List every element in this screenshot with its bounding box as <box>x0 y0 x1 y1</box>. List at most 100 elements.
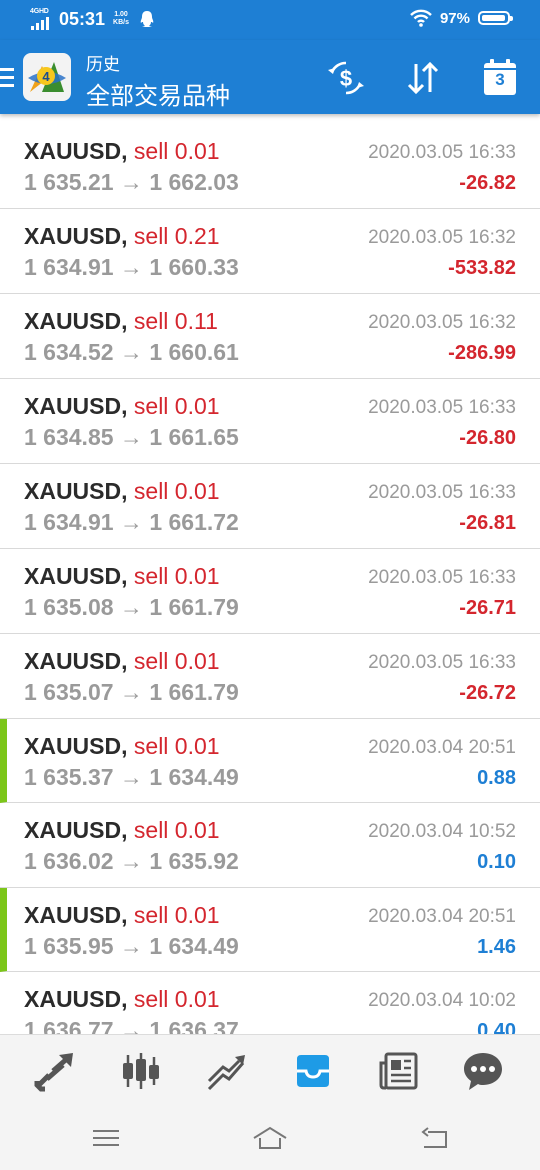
trade-row[interactable]: XAUUSD, sell 0.01 1 635.21 → 1 662.03 2020… <box>0 124 540 209</box>
trade-profit: 0.10 <box>477 851 516 873</box>
close-price: 1 634.49 <box>149 933 239 959</box>
close-price: 1 635.92 <box>149 848 239 874</box>
trade-profit: -533.82 <box>448 257 516 279</box>
trade-time: 2020.03.05 16:33 <box>368 482 516 503</box>
page-title[interactable]: 全部交易品种 <box>86 76 230 111</box>
trade-title: XAUUSD, sell 0.11 <box>24 308 218 335</box>
open-price: 1 635.08 <box>24 594 114 620</box>
trade-side: sell 0.01 <box>133 648 220 674</box>
trade-row[interactable]: XAUUSD, sell 0.01 1 634.91 → 1 661.72 2020… <box>0 464 540 549</box>
trade-row[interactable]: XAUUSD, sell 0.01 1 636.02 → 1 635.92 2020… <box>0 803 540 888</box>
quotes-icon <box>34 1053 73 1092</box>
arrow-icon: → <box>119 339 143 365</box>
trade-history-list[interactable]: XAUUSD, sell 0.01 1 635.21 → 1 662.03 2020… <box>0 124 540 1034</box>
trade-title: XAUUSD, sell 0.01 <box>24 138 220 165</box>
trade-prices: 1 636.02 → 1 635.92 <box>24 848 239 875</box>
open-price: 1 635.07 <box>24 679 114 705</box>
trade-time: 2020.03.05 16:33 <box>368 397 516 418</box>
trade-row[interactable]: XAUUSD, sell 0.11 1 634.52 → 1 660.61 2020… <box>0 294 540 379</box>
battery-icon <box>478 11 513 25</box>
trade-side: sell 0.01 <box>133 393 220 419</box>
currency-exchange-button[interactable]: $ <box>324 56 368 100</box>
menu-icon[interactable] <box>0 68 14 88</box>
back-button[interactable] <box>418 1124 450 1152</box>
nav-quotes[interactable] <box>33 1049 77 1093</box>
nav-news[interactable] <box>377 1049 421 1093</box>
trade-title: XAUUSD, sell 0.01 <box>24 733 220 760</box>
trade-row[interactable]: XAUUSD, sell 0.01 1 635.08 → 1 661.79 2020… <box>0 549 540 634</box>
network-type: 4GHD <box>30 8 49 15</box>
arrow-icon: → <box>119 933 143 959</box>
trade-side: sell 0.01 <box>133 138 220 164</box>
trade-prices: 1 636.77 → 1 636.37 <box>24 1017 239 1034</box>
trade-prices: 1 634.91 → 1 660.33 <box>24 254 239 281</box>
trade-title: XAUUSD, sell 0.01 <box>24 563 220 590</box>
open-price: 1 634.52 <box>24 339 114 365</box>
news-icon <box>379 1052 418 1090</box>
trade-title: XAUUSD, sell 0.01 <box>24 986 220 1013</box>
arrow-icon: → <box>119 254 143 280</box>
metatrader-logo: 4 <box>23 53 71 101</box>
calendar-day: 3 <box>495 70 505 89</box>
arrow-icon: → <box>119 848 143 874</box>
trade-title: XAUUSD, sell 0.01 <box>24 902 220 929</box>
open-price: 1 635.95 <box>24 933 114 959</box>
home-button[interactable] <box>252 1124 287 1152</box>
nav-history[interactable] <box>291 1049 335 1093</box>
recent-apps-button[interactable] <box>90 1124 122 1152</box>
trade-side: sell 0.21 <box>133 223 220 249</box>
trade-title: XAUUSD, sell 0.01 <box>24 648 220 675</box>
open-price: 1 635.21 <box>24 169 114 195</box>
trade-profit: -26.82 <box>459 172 516 194</box>
nav-chart[interactable] <box>119 1049 163 1093</box>
trade-row[interactable]: XAUUSD, sell 0.01 1 636.77 → 1 636.37 2020… <box>0 972 540 1034</box>
svg-text:4: 4 <box>42 69 50 84</box>
trade-row[interactable]: XAUUSD, sell 0.01 1 635.95 → 1 634.49 2020… <box>0 888 540 972</box>
page-subtitle: 历史 <box>86 55 120 74</box>
calendar-button[interactable]: 3 <box>478 56 522 100</box>
arrow-icon: → <box>119 764 143 790</box>
trade-time: 2020.03.04 10:52 <box>368 821 516 842</box>
trade-symbol: XAUUSD, <box>24 223 128 249</box>
chat-icon <box>464 1053 502 1090</box>
trade-profit: -26.80 <box>459 427 516 449</box>
sort-button[interactable] <box>401 56 445 100</box>
sort-icon <box>407 61 439 95</box>
trade-title: XAUUSD, sell 0.01 <box>24 393 220 420</box>
trade-row[interactable]: XAUUSD, sell 0.01 1 634.85 → 1 661.65 2020… <box>0 379 540 464</box>
close-price: 1 636.37 <box>149 1017 239 1034</box>
trade-prices: 1 635.07 → 1 661.79 <box>24 679 239 706</box>
trade-symbol: XAUUSD, <box>24 308 128 334</box>
trade-side: sell 0.01 <box>133 817 220 843</box>
trade-profit: 0.40 <box>477 1020 516 1034</box>
trade-row[interactable]: XAUUSD, sell 0.21 1 634.91 → 1 660.33 2020… <box>0 209 540 294</box>
trade-side: sell 0.01 <box>133 733 220 759</box>
trade-time: 2020.03.05 16:33 <box>368 142 516 163</box>
nav-chat[interactable] <box>461 1049 505 1093</box>
trade-time: 2020.03.04 20:51 <box>368 906 516 927</box>
arrow-icon: → <box>119 679 143 705</box>
trade-row[interactable]: XAUUSD, sell 0.01 1 635.07 → 1 661.79 2020… <box>0 634 540 719</box>
trade-time: 2020.03.05 16:32 <box>368 227 516 248</box>
arrow-icon: → <box>119 424 143 450</box>
trade-profit: -26.72 <box>459 682 516 704</box>
nav-trade[interactable] <box>205 1049 249 1093</box>
home-icon <box>253 1126 287 1149</box>
system-navigation-bar <box>0 1106 540 1170</box>
trade-symbol: XAUUSD, <box>24 648 128 674</box>
close-price: 1 661.72 <box>149 509 239 535</box>
trade-time: 2020.03.05 16:33 <box>368 567 516 588</box>
trade-prices: 1 634.52 → 1 660.61 <box>24 339 239 366</box>
open-price: 1 634.91 <box>24 509 114 535</box>
trade-symbol: XAUUSD, <box>24 138 128 164</box>
trade-title: XAUUSD, sell 0.01 <box>24 817 220 844</box>
wifi-icon <box>410 9 432 27</box>
trade-row[interactable]: XAUUSD, sell 0.01 1 635.37 → 1 634.49 2020… <box>0 719 540 803</box>
trade-prices: 1 635.37 → 1 634.49 <box>24 764 239 791</box>
trade-time: 2020.03.04 10:02 <box>368 990 516 1011</box>
trade-profit: 0.88 <box>477 767 516 789</box>
app-bar: 4 历史 全部交易品种 $ 3 <box>0 40 540 114</box>
svg-text:$: $ <box>340 66 352 91</box>
trade-time: 2020.03.05 16:32 <box>368 312 516 333</box>
arrow-icon: → <box>119 509 143 535</box>
